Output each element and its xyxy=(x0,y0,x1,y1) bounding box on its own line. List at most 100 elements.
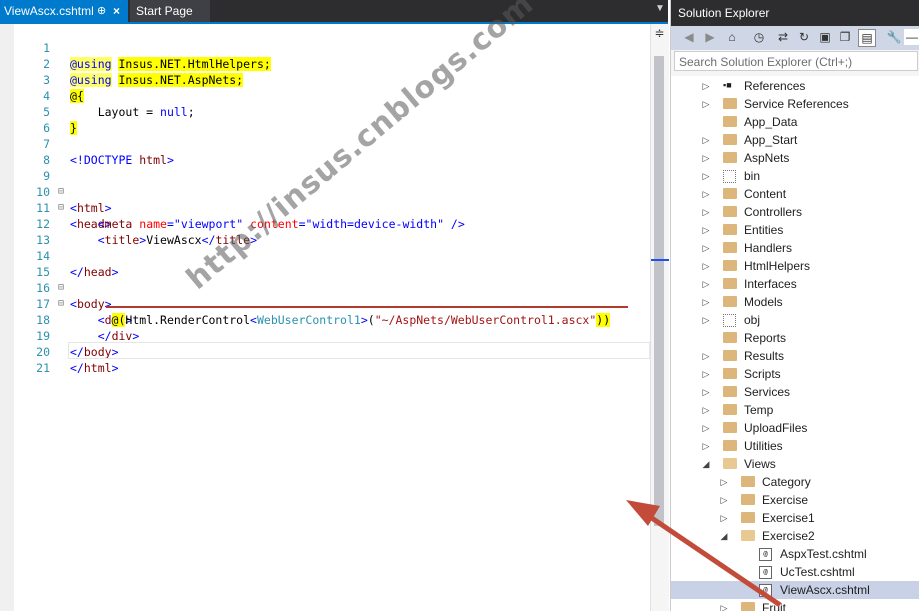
tab-label: Start Page xyxy=(136,4,193,18)
show-all-files-icon[interactable]: ▤ xyxy=(858,29,876,47)
scrollbar-thumb[interactable] xyxy=(654,56,664,526)
folder-icon xyxy=(723,350,737,361)
expand-arrow-icon[interactable]: ▷ xyxy=(701,149,711,167)
code-editor[interactable]: 1 @using Insus.NET.HtmlHelpers; 2 @using… xyxy=(0,24,650,611)
expand-arrow-icon[interactable]: ▷ xyxy=(719,473,729,491)
tree-item[interactable]: ▷ ▪■ References xyxy=(671,77,919,95)
tree-item[interactable]: ▷ Models xyxy=(671,293,919,311)
tree-item[interactable]: ◢ Views xyxy=(671,455,919,473)
expand-arrow-icon[interactable]: ▷ xyxy=(701,185,711,203)
tree-item-label: Exercise2 xyxy=(762,529,815,543)
code-line: 2 @using Insus.NET.AspNets; xyxy=(0,40,650,87)
chevron-down-icon[interactable]: ▼ xyxy=(655,3,665,14)
expand-arrow-icon[interactable]: ▷ xyxy=(701,239,711,257)
tree-item[interactable]: ▷ Fruit xyxy=(671,599,919,611)
pin-icon[interactable]: ⊕ xyxy=(97,0,106,22)
tree-item-label: UploadFiles xyxy=(744,421,808,435)
tree-item[interactable]: ▷ Content xyxy=(671,185,919,203)
folder-icon xyxy=(723,404,737,415)
tree-item[interactable]: ▷ Utilities xyxy=(671,437,919,455)
tree-item[interactable]: ▷ Exercise xyxy=(671,491,919,509)
open-folder-icon xyxy=(723,458,737,469)
copy-icon[interactable]: ❐ xyxy=(837,29,853,45)
pin-icon[interactable]: — xyxy=(904,29,919,45)
expand-arrow-icon[interactable]: ▷ xyxy=(701,77,711,95)
expand-arrow-icon[interactable]: ▷ xyxy=(701,347,711,365)
collapse-arrow-icon[interactable]: ◢ xyxy=(719,527,729,545)
tab-start-page[interactable]: Start Page xyxy=(130,0,210,22)
tree-item[interactable]: ▷ Exercise1 xyxy=(671,509,919,527)
close-icon[interactable]: × xyxy=(113,0,120,22)
tree-item[interactable]: ▷ Services xyxy=(671,383,919,401)
editor-scrollbar[interactable]: ≑ xyxy=(650,24,669,611)
expand-arrow-icon[interactable]: ▷ xyxy=(719,509,729,527)
code-line: 15 ⊟ <body> xyxy=(0,248,650,311)
tree-item[interactable]: ▷ Handlers xyxy=(671,239,919,257)
tree-item[interactable]: @ ViewAscx.cshtml xyxy=(671,581,919,599)
tree-item[interactable]: ◢ Exercise2 xyxy=(671,527,919,545)
tree-item[interactable]: ▷ App_Start xyxy=(671,131,919,149)
sync-icon[interactable]: ⇄ xyxy=(775,29,791,45)
expand-arrow-icon[interactable]: ▷ xyxy=(701,275,711,293)
tree-item[interactable]: @ AspxTest.cshtml xyxy=(671,545,919,563)
expand-arrow-icon[interactable]: ▷ xyxy=(701,311,711,329)
tree-item[interactable]: Reports xyxy=(671,329,919,347)
tree-item[interactable]: ▷ AspNets xyxy=(671,149,919,167)
collapse-all-icon[interactable]: ▣ xyxy=(817,29,833,45)
wrench-icon[interactable]: 🔧 xyxy=(886,29,902,45)
code-line: 4 Layout = null; xyxy=(0,72,650,119)
expand-arrow-icon[interactable]: ▷ xyxy=(701,293,711,311)
tree-item-label: Content xyxy=(744,187,787,201)
expand-arrow-icon[interactable]: ▷ xyxy=(719,491,729,509)
expand-arrow-icon[interactable]: ▷ xyxy=(701,437,711,455)
tree-item[interactable]: ▷ Temp xyxy=(671,401,919,419)
code-line: 19 </body> xyxy=(0,312,650,359)
tree-item[interactable]: App_Data xyxy=(671,113,919,131)
split-icon[interactable]: ≑ xyxy=(653,26,666,40)
back-icon[interactable]: ◀ xyxy=(681,29,697,45)
tree-item[interactable]: ▷ Service References xyxy=(671,95,919,113)
tree-item[interactable]: ▷ Results xyxy=(671,347,919,365)
tree-item[interactable]: ▷ Category xyxy=(671,473,919,491)
clock-dropdown-icon[interactable]: ◷ xyxy=(751,29,767,45)
search-input[interactable]: Search Solution Explorer (Ctrl+;) xyxy=(674,51,918,71)
expand-arrow-icon[interactable]: ▷ xyxy=(701,365,711,383)
tree-item[interactable]: @ UcTest.cshtml xyxy=(671,563,919,581)
expand-arrow-icon[interactable]: ▷ xyxy=(701,167,711,185)
cshtml-file-icon: @ xyxy=(759,548,772,561)
open-folder-icon xyxy=(741,530,755,541)
solution-tree[interactable]: ▷ ▪■ References ▷ Service References App_Data… xyxy=(671,76,919,611)
home-icon[interactable]: ⌂ xyxy=(724,29,740,45)
tree-item[interactable]: ▷ HtmlHelpers xyxy=(671,257,919,275)
tree-item[interactable]: ▷ Interfaces xyxy=(671,275,919,293)
folder-icon xyxy=(723,134,737,145)
tree-item-label: App_Start xyxy=(744,133,798,147)
tree-item[interactable]: ▷ Scripts xyxy=(671,365,919,383)
tree-item-label: Views xyxy=(744,457,776,471)
expand-arrow-icon[interactable]: ▷ xyxy=(701,401,711,419)
refresh-icon[interactable]: ↻ xyxy=(796,29,812,45)
tree-item-label: Service References xyxy=(744,97,849,111)
tree-item[interactable]: ▷ Entities xyxy=(671,221,919,239)
tree-item[interactable]: ▷ Controllers xyxy=(671,203,919,221)
expand-arrow-icon[interactable]: ▷ xyxy=(701,95,711,113)
folder-icon xyxy=(723,260,737,271)
expand-arrow-icon[interactable]: ▷ xyxy=(701,419,711,437)
collapse-arrow-icon[interactable]: ◢ xyxy=(701,455,711,473)
tree-item[interactable]: ▷ UploadFiles xyxy=(671,419,919,437)
tree-item[interactable]: ▷ bin xyxy=(671,167,919,185)
tab-viewascx[interactable]: ViewAscx.cshtml ⊕ × xyxy=(0,0,128,22)
code-line: 1 @using Insus.NET.HtmlHelpers; xyxy=(0,24,650,71)
tree-item-label: Interfaces xyxy=(744,277,797,291)
forward-icon[interactable]: ▶ xyxy=(702,29,718,45)
expand-arrow-icon[interactable]: ▷ xyxy=(701,221,711,239)
solution-explorer-panel: Solution Explorer ◀ ▶ ⌂ ◷ ⇄ ↻ ▣ ❐ ▤ 🔧 — … xyxy=(670,0,919,611)
folder-icon xyxy=(741,512,755,523)
folder-icon xyxy=(723,296,737,307)
expand-arrow-icon[interactable]: ▷ xyxy=(701,203,711,221)
tree-item[interactable]: ▷ obj xyxy=(671,311,919,329)
expand-arrow-icon[interactable]: ▷ xyxy=(701,131,711,149)
expand-arrow-icon[interactable]: ▷ xyxy=(701,383,711,401)
expand-arrow-icon[interactable]: ▷ xyxy=(719,599,729,611)
expand-arrow-icon[interactable]: ▷ xyxy=(701,257,711,275)
